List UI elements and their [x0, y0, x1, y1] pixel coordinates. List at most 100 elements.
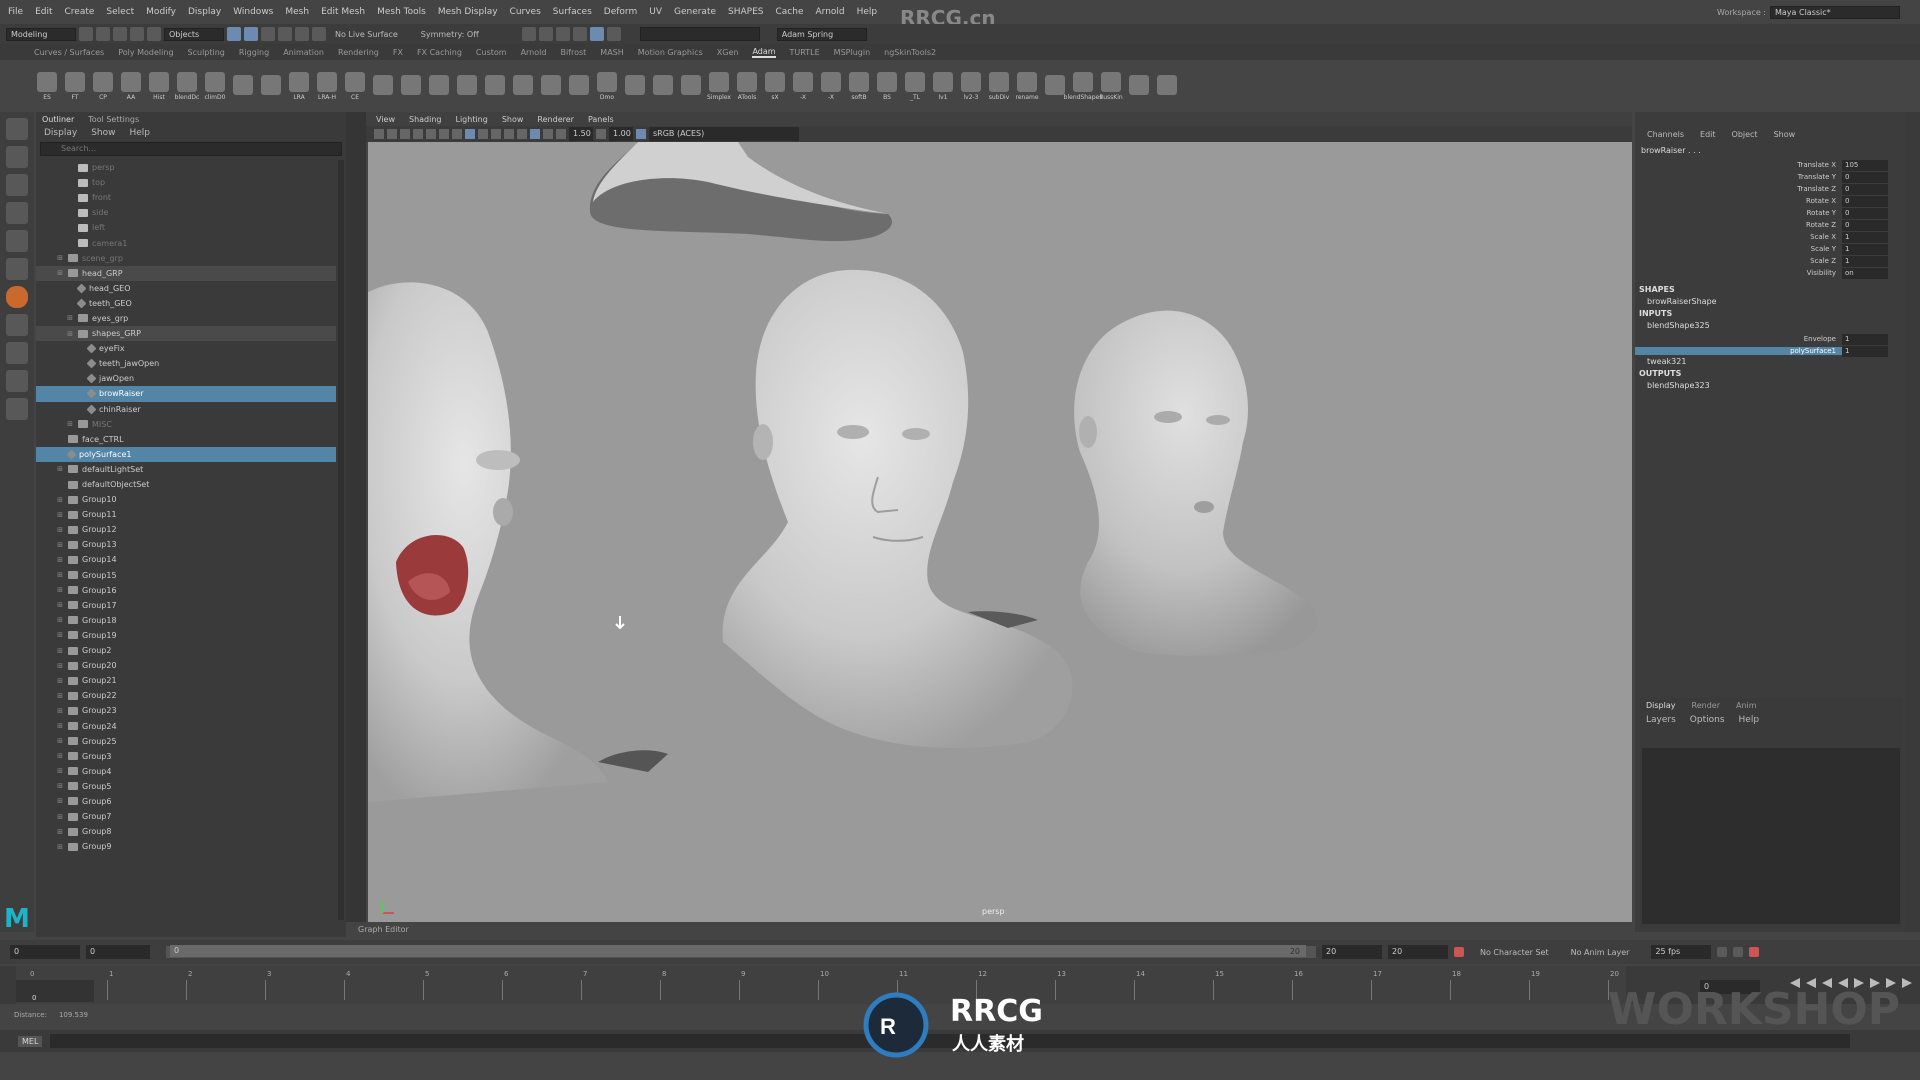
outliner-item[interactable]: ⊞ Group19: [36, 628, 336, 643]
menu-help[interactable]: Help: [857, 7, 878, 17]
outliner-item[interactable]: ⊞ shapes_GRP: [36, 326, 336, 342]
panel-menu-view[interactable]: View: [376, 115, 395, 124]
channel-row[interactable]: Scale Y 1: [1635, 243, 1905, 255]
channel-row[interactable]: Rotate X 0: [1635, 195, 1905, 207]
two-view-layout-icon[interactable]: [6, 370, 28, 392]
menu-surfaces[interactable]: Surfaces: [553, 7, 592, 17]
color-management-icon[interactable]: [636, 129, 646, 139]
user-account-dropdown[interactable]: Adam Spring: [776, 27, 867, 41]
outliner-item[interactable]: ⊞ Group25: [36, 734, 336, 749]
graph-editor-label[interactable]: Graph Editor: [358, 925, 409, 934]
menu-display[interactable]: Display: [188, 7, 221, 17]
new-scene-icon[interactable]: [79, 27, 93, 41]
outliner-item[interactable]: front: [36, 190, 336, 205]
shelf-button-10[interactable]: LRA-H: [316, 71, 338, 101]
shelf-tab-arnold[interactable]: Arnold: [521, 48, 547, 57]
sound-icon[interactable]: [1733, 947, 1744, 957]
menu-mesh-display[interactable]: Mesh Display: [438, 7, 498, 17]
shelf-tab-sculpting[interactable]: Sculpting: [188, 48, 225, 57]
expand-toggle-icon[interactable]: ⊞: [56, 586, 64, 594]
outliner-item[interactable]: defaultObjectSet: [36, 477, 336, 492]
paint-select-tool-icon[interactable]: [6, 174, 28, 196]
snap-point-icon[interactable]: [295, 27, 309, 41]
shelf-button-39[interactable]: [1128, 75, 1150, 97]
expand-toggle-icon[interactable]: ⊞: [56, 843, 64, 851]
shelf-tab-msplugin[interactable]: MSPlugin: [834, 48, 870, 57]
undo-icon[interactable]: [130, 27, 144, 41]
shelf-tab-adam[interactable]: Adam: [752, 47, 776, 58]
layers-menu-layers[interactable]: Layers: [1646, 715, 1676, 725]
single-view-layout-icon[interactable]: [6, 314, 28, 336]
channel-value[interactable]: 1: [1842, 333, 1888, 345]
channel-row[interactable]: Scale Z 1: [1635, 255, 1905, 267]
shelf-button-20[interactable]: Dmo: [596, 71, 618, 101]
shelf-button-9[interactable]: LRA: [288, 71, 310, 101]
perspective-viewport[interactable]: persp: [368, 142, 1632, 922]
shelf-button-6[interactable]: climD0: [204, 71, 226, 101]
outliner-menu-help[interactable]: Help: [129, 128, 150, 138]
outliner-item[interactable]: ⊞ Group6: [36, 794, 336, 809]
outliner-item[interactable]: ⊞ Group8: [36, 824, 336, 839]
shelf-button-35[interactable]: rename: [1015, 71, 1039, 101]
panel-menu-show[interactable]: Show: [502, 115, 524, 124]
shelf-button-26[interactable]: sX: [764, 71, 786, 101]
shelf-button-37[interactable]: blendShapes: [1064, 71, 1102, 101]
playback-end-field[interactable]: 20: [1322, 945, 1382, 959]
render-icon[interactable]: [521, 27, 536, 41]
expand-toggle-icon[interactable]: ⊞: [56, 254, 64, 262]
outliner-item[interactable]: ⊞ Group2: [36, 643, 336, 658]
shelf-tab-motion-graphics[interactable]: Motion Graphics: [638, 48, 703, 57]
channelbox-menu-object[interactable]: Object: [1732, 130, 1758, 139]
sculpt-tool-icon[interactable]: [6, 286, 28, 308]
range-slider[interactable]: 0 20: [166, 945, 1316, 958]
shelf-button-27[interactable]: -X: [792, 71, 814, 101]
expand-toggle-icon[interactable]: ⊞: [56, 556, 64, 564]
right-head-mesh[interactable]: [1074, 310, 1317, 656]
shelf-button-19[interactable]: [568, 75, 590, 97]
redo-icon[interactable]: [147, 27, 161, 41]
channelbox-menu-show[interactable]: Show: [1774, 130, 1796, 139]
outliner-item[interactable]: ⊞ Group18: [36, 613, 336, 628]
outliner-item[interactable]: ⊞ head_GRP: [36, 265, 336, 281]
shelf-button-33[interactable]: lv2-3: [960, 71, 982, 101]
symmetry-label[interactable]: Symmetry: Off: [421, 30, 479, 39]
outliner-item[interactable]: jawOpen: [36, 371, 336, 386]
expand-toggle-icon[interactable]: ⊞: [56, 465, 64, 473]
channel-value[interactable]: 0: [1842, 207, 1888, 219]
expand-toggle-icon[interactable]: ⊞: [56, 511, 64, 519]
shelf-button-2[interactable]: CP: [92, 71, 114, 101]
view-transform-dropdown[interactable]: sRGB (ACES): [649, 127, 799, 141]
expand-toggle-icon[interactable]: ⊞: [56, 813, 64, 821]
outliner-item[interactable]: side: [36, 205, 336, 220]
channel-value[interactable]: 105: [1842, 159, 1888, 171]
expand-toggle-icon[interactable]: ⊞: [56, 797, 64, 805]
arnold-render-icon[interactable]: [589, 27, 604, 41]
outliner-item[interactable]: chinRaiser: [36, 402, 336, 417]
outliner-item[interactable]: ⊞ Group12: [36, 522, 336, 537]
expand-toggle-icon[interactable]: ⊞: [56, 722, 64, 730]
outliner-item[interactable]: polySurface1: [36, 446, 336, 462]
film-gate-icon[interactable]: [426, 129, 436, 139]
grid-toggle-icon[interactable]: [413, 129, 423, 139]
menu-shapes[interactable]: SHAPES: [728, 7, 763, 17]
auto-key-icon[interactable]: [1454, 947, 1464, 957]
shelf-button-34[interactable]: subDiv: [988, 71, 1010, 101]
menu-generate[interactable]: Generate: [674, 7, 716, 17]
shelf-button-4[interactable]: Hist: [148, 71, 170, 101]
expand-toggle-icon[interactable]: ⊞: [56, 782, 64, 790]
layers-menu-options[interactable]: Options: [1690, 715, 1725, 725]
shelf-tab-curves-surfaces[interactable]: Curves / Surfaces: [34, 48, 104, 57]
shelf-button-8[interactable]: [260, 75, 282, 97]
shelf-button-3[interactable]: AA: [120, 71, 142, 101]
menu-select[interactable]: Select: [106, 7, 134, 17]
outliner-item[interactable]: teeth_GEO: [36, 296, 336, 311]
menu-cache[interactable]: Cache: [776, 7, 804, 17]
expand-toggle-icon[interactable]: ⊞: [56, 737, 64, 745]
snap-curve-icon[interactable]: [278, 27, 292, 41]
outliner-item[interactable]: ⊞ Group20: [36, 658, 336, 673]
ipr-render-icon[interactable]: [538, 27, 553, 41]
outliner-item[interactable]: face_CTRL: [36, 432, 336, 447]
expand-toggle-icon[interactable]: ⊞: [56, 752, 64, 760]
expand-toggle-icon[interactable]: ⊞: [56, 647, 64, 655]
expand-toggle-icon[interactable]: ⊞: [66, 314, 74, 322]
